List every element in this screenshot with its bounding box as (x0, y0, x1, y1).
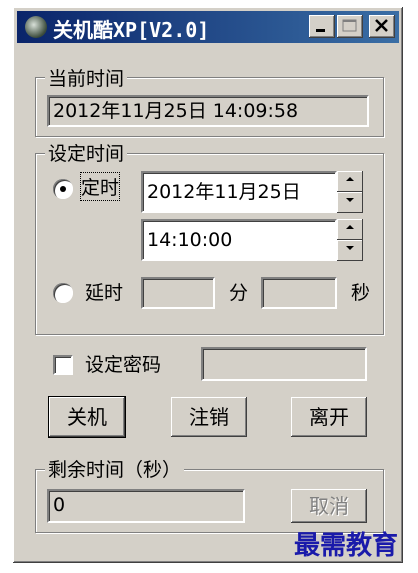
arrow-down-icon (346, 246, 354, 250)
scheduled-label[interactable]: 定时 (79, 172, 121, 201)
radio-selected-dot (60, 186, 66, 192)
date-down-button[interactable] (337, 192, 363, 213)
title-bar[interactable]: 关机酷XP[V2.0] (17, 11, 399, 43)
window-title: 关机酷XP[V2.0] (53, 18, 210, 42)
logoff-button[interactable]: 注销 (171, 397, 247, 437)
time-picker[interactable]: 14:10:00 (141, 219, 337, 261)
app-window: 关机酷XP[V2.0] 当前时间 2012年11月25日 14:09:58 设定… (12, 6, 404, 564)
close-icon (375, 19, 388, 32)
remaining-time-label: 剩余时间（秒） (45, 455, 185, 482)
arrow-up-icon (346, 225, 354, 229)
current-time-display: 2012年11月25日 14:09:58 (47, 95, 369, 127)
set-time-label: 设定时间 (45, 139, 128, 166)
password-checkbox[interactable] (53, 355, 73, 375)
close-button[interactable] (369, 15, 395, 38)
scheduled-radio[interactable] (53, 179, 73, 199)
minimize-icon (316, 29, 325, 32)
current-time-label: 当前时间 (45, 64, 128, 91)
delay-label: 延时 (85, 282, 124, 304)
seconds-unit-label: 秒 (351, 282, 371, 304)
date-spinner[interactable] (337, 171, 363, 213)
maximize-icon (342, 19, 357, 32)
time-up-button[interactable] (337, 219, 363, 240)
watermark-text: 最需教育 (294, 531, 399, 561)
password-label[interactable]: 设定密码 (85, 350, 161, 377)
date-picker[interactable]: 2012年11月25日 (141, 171, 337, 213)
time-down-button[interactable] (337, 240, 363, 261)
cancel-button[interactable]: 取消 (291, 489, 367, 523)
delay-minutes-input[interactable] (141, 277, 215, 309)
remaining-time-display: 0 (47, 489, 245, 523)
arrow-up-icon (346, 177, 354, 181)
password-input[interactable] (201, 347, 367, 381)
minutes-unit-label: 分 (229, 282, 249, 304)
minimize-button[interactable] (309, 15, 335, 38)
arrow-down-icon (346, 198, 354, 202)
time-spinner[interactable] (337, 219, 363, 261)
shutdown-button[interactable]: 关机 (48, 396, 126, 438)
delay-seconds-input[interactable] (261, 277, 337, 309)
maximize-button[interactable] (337, 15, 363, 38)
delay-radio[interactable] (53, 283, 73, 303)
date-up-button[interactable] (337, 171, 363, 192)
leave-button[interactable]: 离开 (291, 397, 367, 437)
app-icon[interactable] (25, 16, 47, 38)
